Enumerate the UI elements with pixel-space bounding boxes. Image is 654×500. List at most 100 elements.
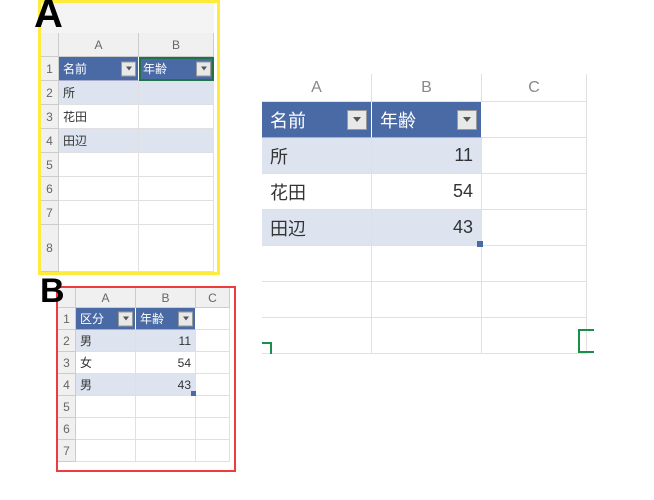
cell-b7[interactable] — [139, 201, 214, 225]
row-header-6[interactable]: 6 — [58, 418, 76, 440]
cell-c3[interactable] — [482, 174, 587, 210]
panel-b-label: B — [40, 272, 65, 311]
table-header-age-label: 年齢 — [143, 60, 167, 77]
cell-a5[interactable] — [262, 246, 372, 282]
cell-b4[interactable]: 43 — [136, 374, 196, 396]
col-header-a[interactable]: A — [262, 74, 372, 102]
table-header-age[interactable]: 年齢 — [139, 57, 214, 81]
table-header-category[interactable]: 区分 — [76, 308, 136, 330]
cell-a2[interactable]: 所 — [262, 138, 372, 174]
cell-a8[interactable] — [59, 225, 139, 272]
table-header-age[interactable]: 年齢 — [372, 102, 482, 138]
cell-a3[interactable]: 女 — [76, 352, 136, 374]
cell-c7[interactable] — [482, 318, 587, 354]
cell-c4[interactable] — [482, 210, 587, 246]
row-header-2[interactable]: 2 — [58, 330, 76, 352]
cell-b4[interactable] — [139, 129, 214, 153]
cell-a7[interactable] — [59, 201, 139, 225]
cell-b5[interactable] — [136, 396, 196, 418]
panel-a: A B 1 名前 年齢 2 所 3 花田 4 田辺 5 6 7 8 — [38, 0, 220, 275]
cell-c3[interactable] — [196, 352, 230, 374]
col-header-b[interactable]: B — [372, 74, 482, 102]
sheet-b: A B C 1 区分 年齢 2 男 11 3 女 54 4 男 43 5 6 — [58, 288, 234, 470]
col-header-b[interactable]: B — [136, 288, 196, 308]
filter-dropdown-age[interactable] — [196, 61, 211, 76]
cell-c2[interactable] — [482, 138, 587, 174]
filter-dropdown-age[interactable] — [457, 110, 477, 130]
row-header-1[interactable]: 1 — [41, 57, 59, 81]
cell-a6[interactable] — [76, 418, 136, 440]
cell-c7[interactable] — [196, 440, 230, 462]
cell-b7[interactable] — [372, 318, 482, 354]
table-header-name-label: 名前 — [63, 60, 87, 77]
cell-b5[interactable] — [372, 246, 482, 282]
cell-a7[interactable] — [76, 440, 136, 462]
cell-b8[interactable] — [139, 225, 214, 272]
row-header-3[interactable]: 3 — [41, 105, 59, 129]
cell-a3[interactable]: 花田 — [59, 105, 139, 129]
row-header-3[interactable]: 3 — [58, 352, 76, 374]
filter-dropdown-age[interactable] — [178, 311, 193, 326]
table-header-name[interactable]: 名前 — [262, 102, 372, 138]
cell-b4[interactable]: 43 — [372, 210, 482, 246]
row-header-5[interactable]: 5 — [41, 153, 59, 177]
table-header-name[interactable]: 名前 — [59, 57, 139, 81]
cell-b2[interactable] — [139, 81, 214, 105]
col-header-b[interactable]: B — [139, 33, 214, 57]
cell-b5[interactable] — [139, 153, 214, 177]
cell-a3[interactable]: 花田 — [262, 174, 372, 210]
row-header-8[interactable]: 8 — [41, 225, 59, 272]
sheet-a: A B 1 名前 年齢 2 所 3 花田 4 田辺 5 6 7 8 — [41, 3, 217, 272]
cell-a2[interactable]: 所 — [59, 81, 139, 105]
cell-a6[interactable] — [262, 282, 372, 318]
cell-c1[interactable] — [482, 102, 587, 138]
cell-b3[interactable]: 54 — [136, 352, 196, 374]
row-header-7[interactable]: 7 — [41, 201, 59, 225]
table-header-age[interactable]: 年齢 — [136, 308, 196, 330]
row-header-5[interactable]: 5 — [58, 396, 76, 418]
col-header-a[interactable]: A — [76, 288, 136, 308]
cell-c6[interactable] — [482, 282, 587, 318]
table-header-category-label: 区分 — [80, 310, 104, 327]
cell-a4[interactable]: 男 — [76, 374, 136, 396]
cell-b2[interactable]: 11 — [136, 330, 196, 352]
cell-a4[interactable]: 田辺 — [59, 129, 139, 153]
cell-b3[interactable] — [139, 105, 214, 129]
cell-c5[interactable] — [196, 396, 230, 418]
cell-c1[interactable] — [196, 308, 230, 330]
cell-c2[interactable] — [196, 330, 230, 352]
cell-b6[interactable] — [136, 418, 196, 440]
panel-a-label: A — [34, 0, 63, 37]
cell-a2[interactable]: 男 — [76, 330, 136, 352]
filter-dropdown-category[interactable] — [118, 311, 133, 326]
table-header-age-label: 年齢 — [140, 310, 164, 327]
cell-a5[interactable] — [76, 396, 136, 418]
cell-b3[interactable]: 54 — [372, 174, 482, 210]
cell-c5[interactable] — [482, 246, 587, 282]
cell-a7[interactable] — [262, 318, 372, 354]
panel-c: A B C 名前 年齢 所 11 花田 54 田辺 43 — [262, 74, 592, 364]
selection-marker-left — [262, 342, 272, 354]
cell-c6[interactable] — [196, 418, 230, 440]
cell-a6[interactable] — [59, 177, 139, 201]
row-header-1[interactable]: 1 — [58, 308, 76, 330]
col-header-a[interactable]: A — [59, 33, 139, 57]
cell-c4[interactable] — [196, 374, 230, 396]
cell-b2[interactable]: 11 — [372, 138, 482, 174]
cell-a4[interactable]: 田辺 — [262, 210, 372, 246]
cell-b6[interactable] — [372, 282, 482, 318]
row-header-4[interactable]: 4 — [41, 129, 59, 153]
filter-dropdown-name[interactable] — [347, 110, 367, 130]
filter-dropdown-name[interactable] — [121, 61, 136, 76]
row-header-2[interactable]: 2 — [41, 81, 59, 105]
col-header-c[interactable]: C — [482, 74, 587, 102]
row-header-6[interactable]: 6 — [41, 177, 59, 201]
cell-b7[interactable] — [136, 440, 196, 462]
cell-a5[interactable] — [59, 153, 139, 177]
row-header-7[interactable]: 7 — [58, 440, 76, 462]
row-header-4[interactable]: 4 — [58, 374, 76, 396]
table-header-age-label: 年齢 — [380, 107, 416, 133]
selection-marker-right — [578, 329, 594, 353]
col-header-c[interactable]: C — [196, 288, 230, 308]
cell-b6[interactable] — [139, 177, 214, 201]
